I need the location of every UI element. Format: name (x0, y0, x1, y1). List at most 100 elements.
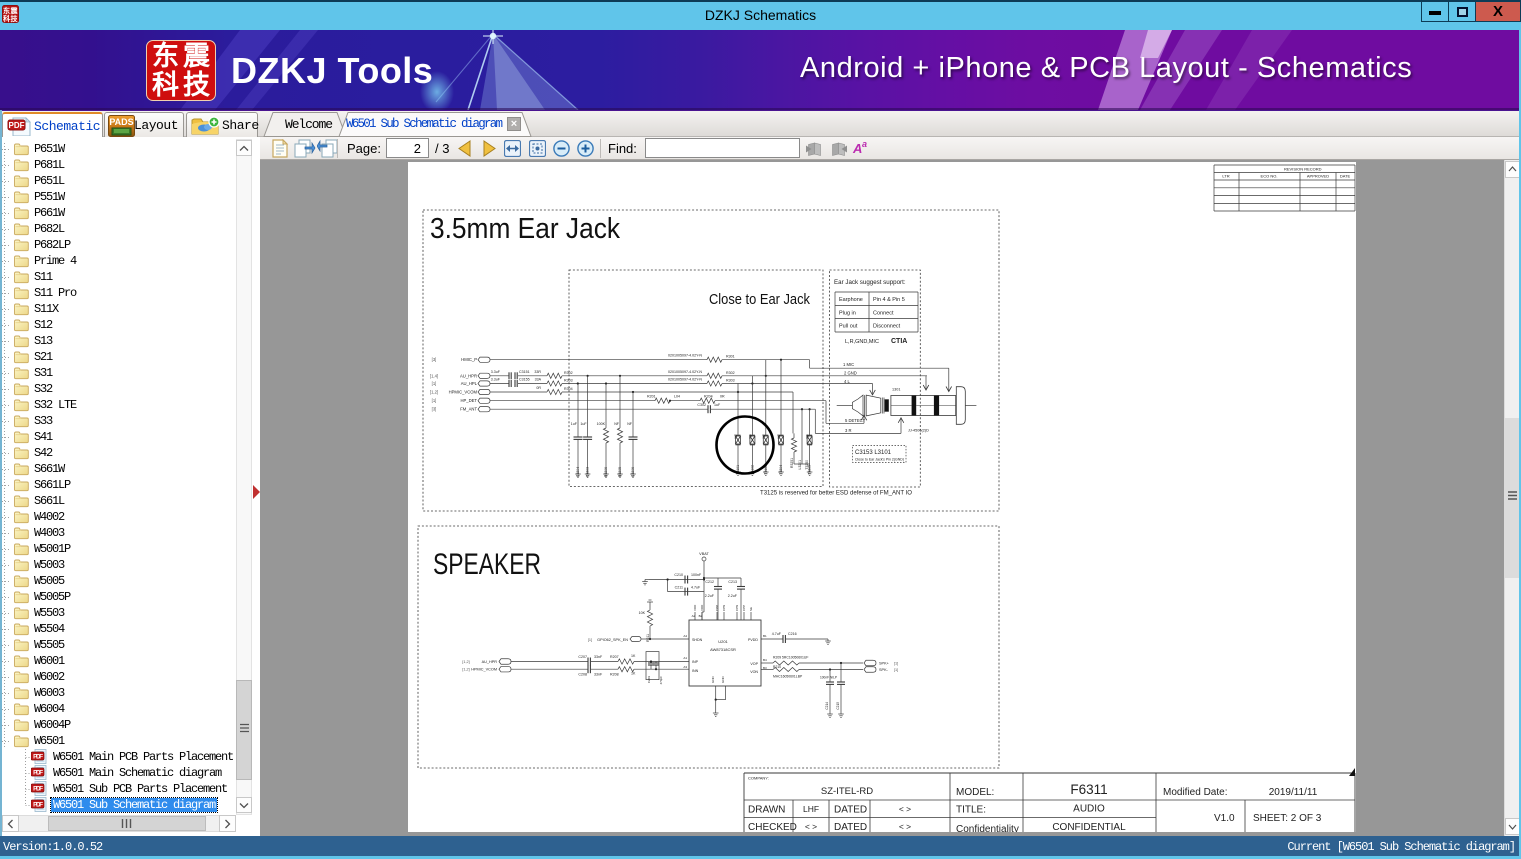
svg-text:33nF: 33nF (594, 673, 603, 677)
svg-text:[3]: [3] (432, 407, 437, 412)
svg-text:TITLE:: TITLE: (956, 805, 986, 816)
svg-text:5 DETECT: 5 DETECT (845, 418, 866, 423)
svg-text:CTIA: CTIA (891, 338, 907, 345)
svg-text:NF: NF (777, 434, 781, 439)
svg-text:2.2uF: 2.2uF (728, 594, 738, 598)
svg-text:1uF: 1uF (580, 422, 587, 426)
svg-text:1K: 1K (631, 654, 636, 658)
svg-text:[1]: [1] (588, 638, 592, 642)
svg-text:HPMIC_VCOM: HPMIC_VCOM (471, 668, 497, 672)
svg-text:VDD: VDD (700, 604, 704, 611)
svg-text:C3155: C3155 (519, 378, 530, 382)
svg-text:B4: B4 (763, 658, 767, 662)
svg-text:[1]: [1] (432, 381, 437, 386)
svg-text:U201: U201 (718, 639, 728, 644)
svg-text:< >: < > (899, 804, 911, 814)
svg-text:3.3uF: 3.3uF (491, 378, 501, 382)
svg-text:L04: L04 (674, 394, 680, 398)
svg-text:LTR: LTR (1222, 174, 1229, 179)
svg-text:NF: NF (627, 422, 633, 426)
svg-text:B1: B1 (763, 634, 767, 638)
svg-text:HPMIC_VCOM: HPMIC_VCOM (449, 390, 478, 395)
svg-text:Disconnect: Disconnect (873, 324, 901, 330)
svg-text:Modified Date:: Modified Date: (1163, 787, 1227, 798)
svg-text:COMPANY:: COMPANY: (748, 776, 769, 781)
svg-text:C216: C216 (788, 632, 797, 636)
svg-text:R208: R208 (610, 673, 619, 677)
svg-text:A3: A3 (683, 665, 687, 669)
svg-text:GND: GND (711, 676, 715, 684)
svg-text:VOP: VOP (750, 662, 758, 666)
svg-text:R3206: R3206 (604, 467, 608, 477)
svg-text:< >: < > (805, 822, 817, 832)
svg-text:1uF: 1uF (571, 422, 578, 426)
svg-text:100nF: 100nF (691, 573, 702, 577)
svg-text:Pull out: Pull out (839, 324, 858, 330)
svg-text:[1,2]: [1,2] (430, 390, 438, 395)
svg-text:NF: NF (614, 422, 620, 426)
svg-text:GND: GND (721, 676, 725, 684)
svg-text:SHEET: 2 OF 3: SHEET: 2 OF 3 (1253, 813, 1322, 824)
svg-text:2.2uF: 2.2uF (705, 594, 715, 598)
svg-text:技: 技 (11, 14, 19, 23)
svg-text:Close to Ear Jack: Close to Ear Jack (709, 292, 811, 308)
svg-text:1 MIC: 1 MIC (843, 362, 854, 367)
svg-text:C3203: C3203 (586, 467, 590, 477)
svg-text:NF: NF (806, 434, 810, 439)
svg-text:PVDD: PVDD (748, 638, 758, 642)
svg-text:东: 东 (3, 6, 10, 15)
svg-text:VON: VON (750, 670, 758, 674)
svg-text:T3250: T3250 (805, 460, 809, 470)
svg-text:CPN: CPN (735, 605, 739, 611)
svg-text:[3]: [3] (432, 357, 437, 362)
svg-text:R209 5RC10050601UF: R209 5RC10050601UF (773, 656, 808, 660)
svg-text:4.7uF: 4.7uF (772, 632, 782, 636)
svg-text:SE: SE (749, 607, 753, 611)
svg-text:1uF: 1uF (714, 403, 721, 407)
svg-text:470pF: 470pF (659, 676, 663, 685)
svg-text:< >: < > (899, 822, 911, 832)
svg-text:C214: C214 (825, 702, 829, 710)
svg-text:Close to Ear Jack's Pin 2(GND): Close to Ear Jack's Pin 2(GND) (855, 458, 904, 462)
svg-text:33nF: 33nF (594, 655, 603, 659)
svg-text:R201: R201 (647, 394, 656, 398)
svg-text:C213: C213 (728, 580, 737, 584)
svg-text:[1,2]: [1,2] (462, 668, 469, 672)
svg-text:CPP: CPP (715, 605, 719, 611)
svg-text:C211: C211 (675, 586, 683, 590)
svg-text:C3153 L3101: C3153 L3101 (855, 449, 891, 456)
svg-text:R303: R303 (564, 379, 573, 383)
svg-text:Earphone: Earphone (839, 297, 863, 303)
svg-text:A4: A4 (683, 634, 687, 638)
svg-text:科: 科 (3, 14, 10, 23)
svg-text:R211: R211 (646, 634, 650, 642)
svg-text:[1]: [1] (894, 662, 898, 666)
svg-text:R304: R304 (564, 387, 573, 391)
svg-text:Confidentiality: Confidentiality (956, 824, 1019, 832)
svg-text:100K: 100K (597, 422, 606, 426)
svg-text:SPEAKER: SPEAKER (433, 548, 541, 581)
svg-text:[1]: [1] (894, 668, 898, 672)
svg-text:4.7uF: 4.7uF (691, 586, 701, 590)
svg-text:C215: C215 (836, 702, 840, 710)
svg-text:4 L: 4 L (844, 379, 850, 384)
svg-text:3.5mm Ear Jack: 3.5mm Ear Jack (430, 213, 620, 245)
svg-text:2 GND: 2 GND (844, 370, 857, 375)
svg-text:R301: R301 (726, 355, 735, 359)
svg-text:R210: R210 (773, 665, 781, 669)
svg-text:F6311: F6311 (1070, 782, 1107, 797)
svg-text:VDD: VDD (693, 604, 697, 611)
svg-text:3.3uF: 3.3uF (491, 370, 501, 374)
svg-text:GPIO62_SPK_EN: GPIO62_SPK_EN (597, 638, 628, 642)
svg-text:VBAT: VBAT (699, 552, 709, 556)
svg-text:PADS: PADS (109, 117, 133, 127)
svg-text:L3201: L3201 (798, 460, 802, 470)
svg-text:AUDIO: AUDIO (1073, 804, 1105, 815)
svg-text:A1: A1 (683, 656, 687, 660)
svg-text:APPROVED: APPROVED (1307, 174, 1329, 179)
svg-text:C208: C208 (578, 673, 587, 677)
svg-text:AU_HPR: AU_HPR (460, 373, 477, 378)
svg-text:AW87318CSR: AW87318CSR (710, 647, 736, 652)
svg-text:R207: R207 (610, 655, 619, 659)
svg-text:DATED: DATED (834, 805, 867, 816)
